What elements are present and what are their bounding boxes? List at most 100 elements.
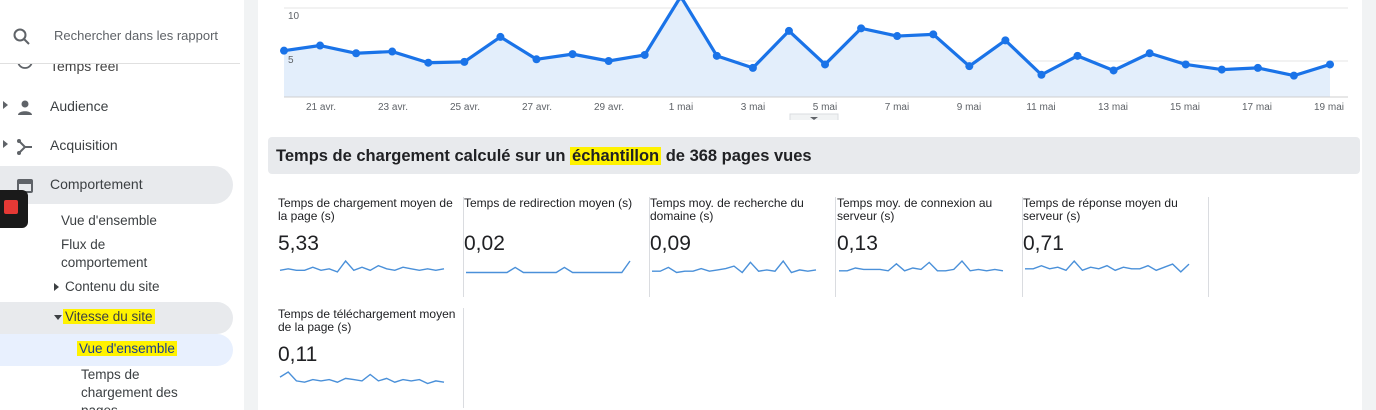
report-search[interactable]: Rechercher dans les rapport [0,6,240,64]
sidebar-item-behavior[interactable]: Comportement [0,166,233,204]
sparkline [279,259,445,273]
sidebar-item-label: Vue d'ensemble [77,341,177,356]
sidebar-item-site-content[interactable]: Contenu du site [54,278,160,296]
data-point[interactable] [1037,70,1046,79]
metric-tile[interactable]: Temps de téléchargement moyen de la page… [278,308,464,408]
data-point[interactable] [784,26,793,35]
data-point[interactable] [1109,66,1118,75]
metric-label: Temps de chargement moyen de la page (s) [278,196,453,223]
x-tick-label: 9 mai [957,102,981,113]
x-tick-label: 3 mai [741,102,765,113]
metric-label: Temps moy. de recherche du domaine (s) [650,196,804,223]
metric-value: 0,71 [1023,232,1064,255]
data-point[interactable] [1217,65,1226,74]
main-content: 10 5 21 avr. 23 avr. 25 avr. 27 avr. 29 avr. 1 … [258,0,1362,410]
sparkline [652,259,817,274]
section-title: Temps de chargement calculé sur un échan… [268,137,1360,174]
sparkline-line [839,259,1004,272]
data-point[interactable] [965,62,974,71]
metric-label: Temps de téléchargement moyen de la page… [278,307,456,334]
x-tick-label: 5 mai [813,102,837,113]
sidebar: Rechercher dans les rapport Temps réel A… [0,0,244,410]
metric-tile[interactable]: Temps moy. de recherche du domaine (s) 0,… [650,197,836,297]
search-icon [13,28,30,45]
metric-label: Temps de réponse moyen du serveur (s) [1023,196,1178,223]
data-point[interactable] [893,32,902,41]
sidebar-item-site-speed[interactable]: Vitesse du site [0,302,233,334]
metric-tile[interactable]: Temps moy. de connexion au serveur (s) 0,… [837,197,1023,297]
data-point[interactable] [424,58,433,67]
data-point[interactable] [532,55,541,64]
sidebar-item-label: comportement [61,255,148,270]
acquisition-icon [17,139,32,155]
x-tick-label: 23 avr. [378,102,408,113]
sparkline [1025,259,1190,273]
sidebar-item-label: Flux de [61,237,106,252]
sidebar-item-label: Temps de [81,367,140,382]
caret-right-icon [3,140,8,148]
sidebar-item-behavior-flow[interactable]: Flux de comportement [61,236,147,272]
data-point[interactable] [280,46,288,55]
data-point[interactable] [1145,49,1154,58]
metric-value: 0,11 [278,343,318,366]
sidebar-item-behavior-overview[interactable]: Vue d'ensemble [61,212,157,230]
sparkline-line [1025,259,1190,273]
data-point[interactable] [1326,60,1334,69]
x-tick-label: 29 avr. [594,102,624,113]
sidebar-item-label: Contenu du site [65,279,160,294]
sidebar-item-label: chargement des [81,385,178,400]
metric-tile[interactable]: Temps de chargement moyen de la page (s)… [278,197,464,297]
data-point[interactable] [1289,71,1298,80]
x-tick-label: 19 mai [1314,102,1344,113]
data-point[interactable] [640,50,649,59]
x-tick-label: 13 mai [1098,102,1128,113]
data-point[interactable] [748,63,757,72]
data-point[interactable] [857,24,866,33]
caret-right-icon [3,101,8,109]
data-point[interactable] [316,41,325,50]
x-tick-label: 15 mai [1170,102,1200,113]
y-tick-label: 5 [288,55,294,66]
data-point[interactable] [604,57,613,65]
data-point[interactable] [496,32,505,41]
data-point[interactable] [1253,63,1262,72]
metric-tile[interactable]: Temps de redirection moyen (s) 0,02 [464,197,650,297]
sidebar-item-label: Audience [50,98,109,114]
sidebar-item-speed-overview[interactable]: Vue d'ensemble [0,334,233,366]
y-tick-label: 10 [288,11,300,22]
data-point[interactable] [929,30,938,39]
data-point[interactable] [1181,60,1190,69]
sidebar-item-label: Vue d'ensemble [61,213,157,228]
sidebar-item-audience[interactable]: Audience [0,88,240,126]
sidebar-item-label: pages [81,402,178,410]
stop-icon [4,200,18,214]
data-point[interactable] [352,49,361,58]
data-point[interactable] [821,60,830,69]
sidebar-item-page-timings[interactable]: Temps de chargement des pages [81,366,178,410]
x-tick-label: 1 mai [669,102,693,113]
sidebar-item-label: Comportement [50,176,143,192]
metric-tile[interactable]: Temps de réponse moyen du serveur (s) 0,7… [1023,197,1209,297]
x-tick-label: 27 avr. [522,102,552,113]
person-icon [18,100,32,115]
data-point[interactable] [568,50,577,59]
section-title-suffix: de 368 pages vues [661,147,812,165]
metric-label: Temps de redirection moyen (s) [464,196,633,210]
data-point[interactable] [1001,36,1010,45]
sparkline-line [466,260,631,274]
data-point[interactable] [460,57,469,66]
sidebar-item-acquisition[interactable]: Acquisition [0,127,240,165]
search-placeholder: Rechercher dans les rapport [54,28,219,43]
caret-right-icon [54,283,59,292]
page-load-time-chart: 10 5 21 avr. 23 avr. 25 avr. 27 avr. 29 avr. 1 … [280,0,1348,120]
x-tick-label: 7 mai [885,102,909,113]
x-tick-label: 17 mai [1242,102,1272,113]
section-title-prefix: Temps de chargement calculé sur un [276,147,571,165]
data-point[interactable] [1073,51,1082,60]
data-point[interactable] [712,51,721,60]
data-point[interactable] [388,47,397,56]
sparkline [279,371,445,385]
section-title-highlight: échantillon [570,147,662,165]
metric-value: 0,02 [464,232,505,255]
sidebar-item-label: Vitesse du site [63,309,155,324]
